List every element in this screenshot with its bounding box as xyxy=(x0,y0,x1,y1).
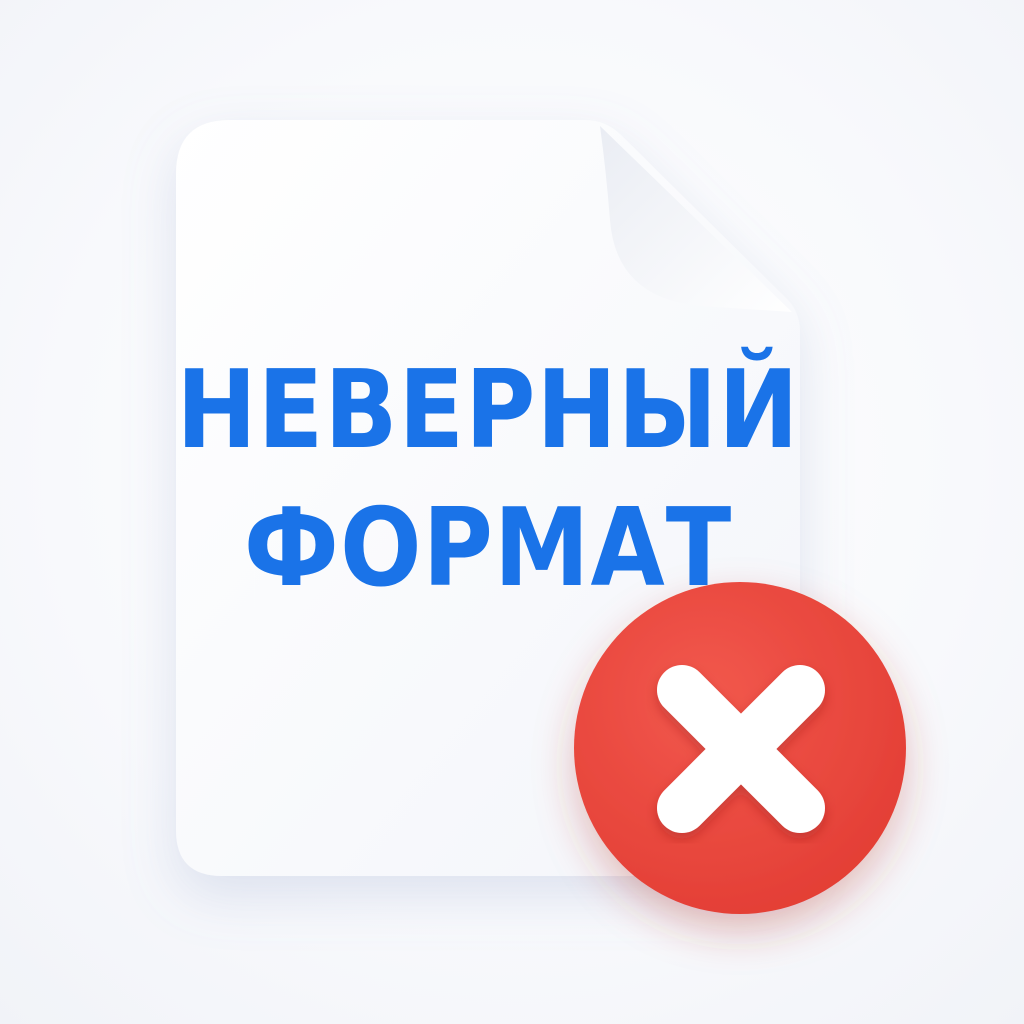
error-badge xyxy=(574,582,906,914)
document-title-line-2: ФОРМАТ xyxy=(243,485,733,611)
document-title-line-1: НЕВЕРНЫЙ xyxy=(176,347,800,473)
error-illustration: НЕВЕРНЫЙ ФОРМАТ xyxy=(0,0,1024,1024)
